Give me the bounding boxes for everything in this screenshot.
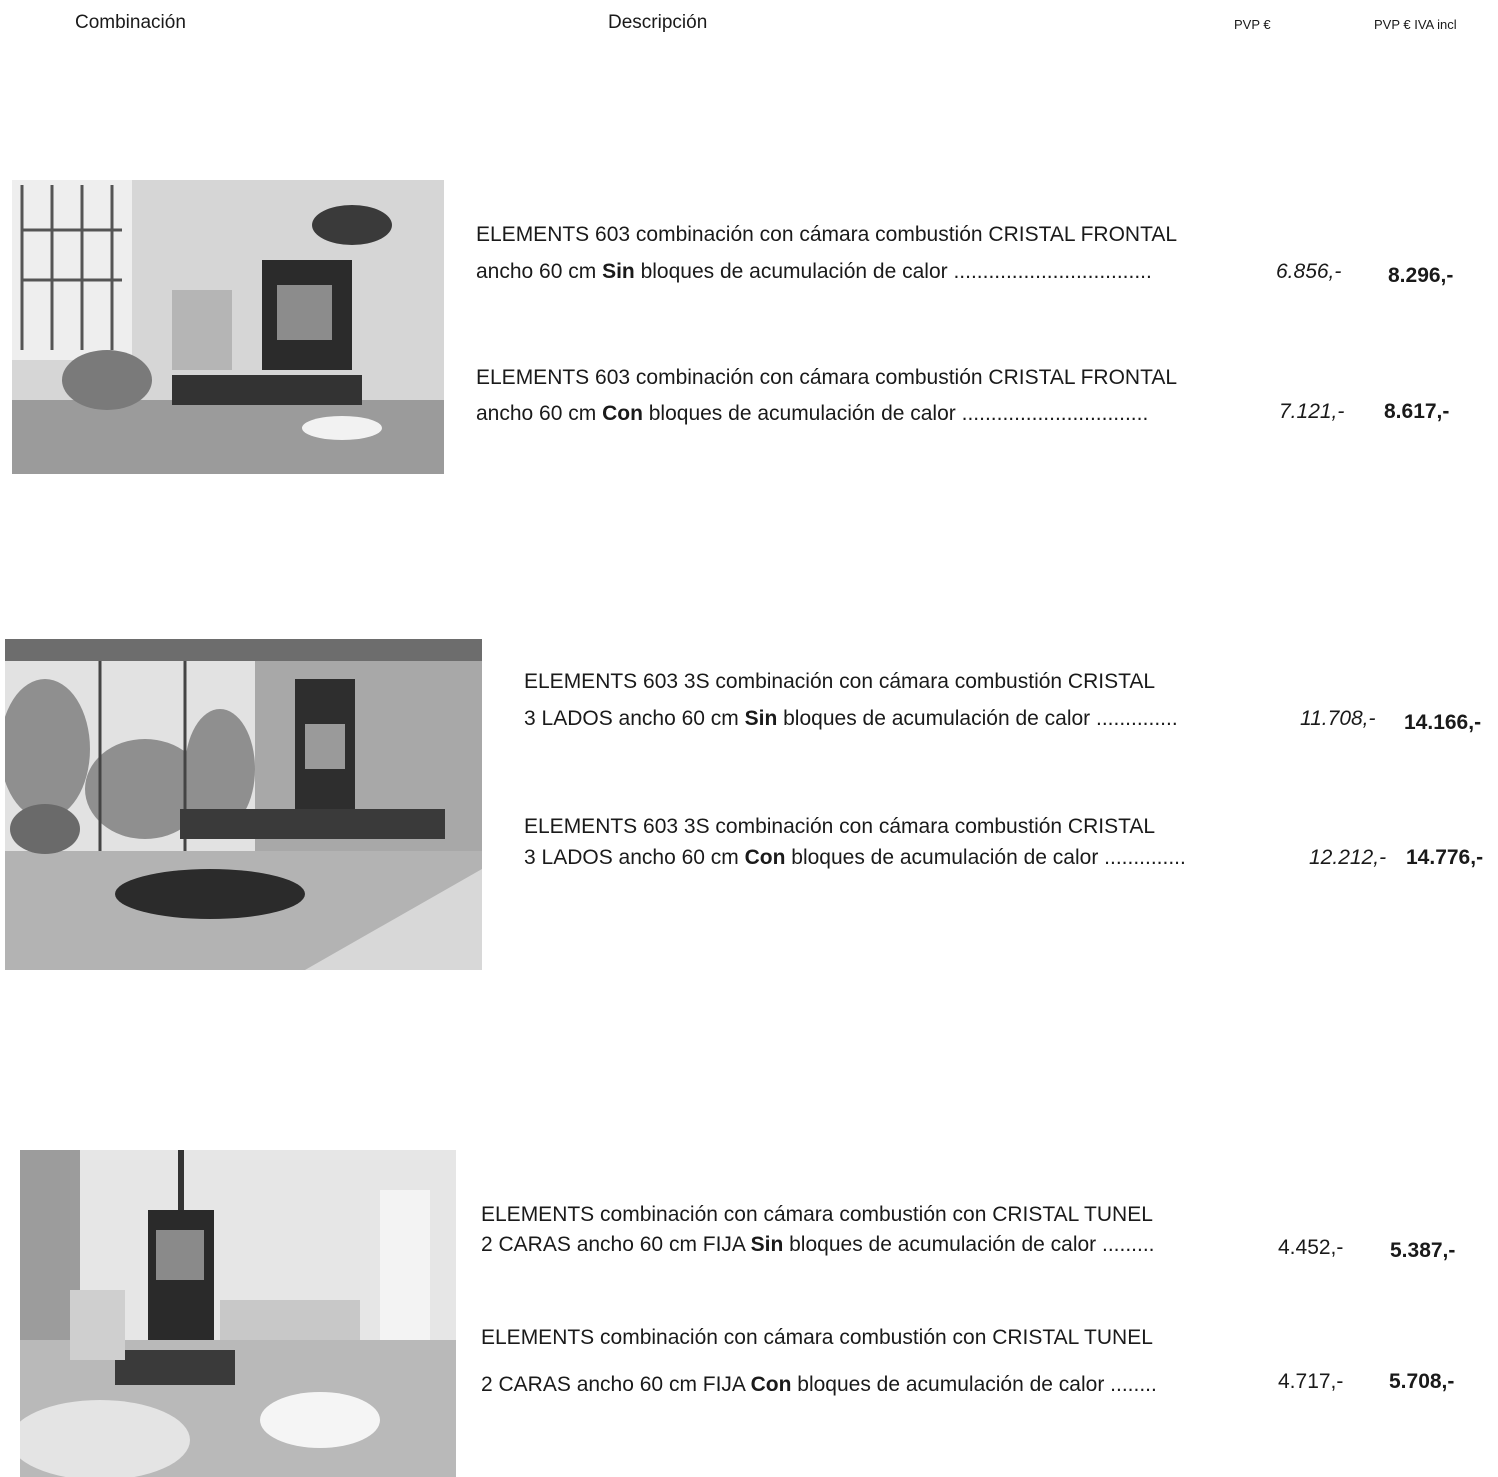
- product-2-item-1-price-vat: 14.166,-: [1404, 711, 1482, 734]
- product-1-item-1-price: 6.856,-: [1276, 260, 1342, 283]
- product-2-item-1-line-2: 3 LADOS ancho 60 cm Sin bloques de acumu…: [524, 707, 1178, 731]
- line-2-emphasis: Con: [602, 402, 643, 425]
- product-2-item-2-line-1: ELEMENTS 603 3S combinación con cámara c…: [524, 815, 1156, 838]
- product-photo-3: [20, 1150, 456, 1477]
- product-2-item-2-line-2: 3 LADOS ancho 60 cm Con bloques de acumu…: [524, 846, 1186, 870]
- line-2-prefix: 3 LADOS ancho 60 cm: [524, 846, 745, 869]
- line-2-suffix: bloques de acumulación de calor ........…: [777, 707, 1178, 730]
- product-2-item-1-line-1: ELEMENTS 603 3S combinación con cámara c…: [524, 670, 1156, 693]
- product-3-item-1-line-2: 2 CARAS ancho 60 cm FIJA Sin bloques de …: [481, 1233, 1155, 1257]
- line-2-prefix: 2 CARAS ancho 60 cm FIJA: [481, 1373, 751, 1396]
- line-2-emphasis: Con: [750, 1373, 792, 1396]
- product-1-item-2-price-vat: 8.617,-: [1384, 400, 1450, 423]
- line-2-suffix: bloques de acumulación de calor ........…: [642, 402, 1149, 425]
- product-photo-2: [5, 639, 482, 970]
- column-header-combination: Combinación: [75, 12, 186, 33]
- line-2-suffix: bloques de acumulación de calor ........…: [785, 846, 1186, 869]
- product-3-item-1-price-vat: 5.387,-: [1390, 1239, 1456, 1262]
- product-3-item-1-line-1: ELEMENTS combinación con cámara combusti…: [481, 1203, 1153, 1226]
- product-1-item-2-line-2: ancho 60 cm Con bloques de acumulación d…: [476, 402, 1148, 426]
- product-1-item-1-line-1: ELEMENTS 603 combinación con cámara comb…: [476, 223, 1178, 246]
- product-2-item-2-price-vat: 14.776,-: [1406, 846, 1484, 869]
- line-2-suffix: bloques de acumulación de calor ........: [791, 1373, 1157, 1396]
- column-header-price: PVP €: [1234, 17, 1271, 32]
- product-1-item-2-price: 7.121,-: [1279, 400, 1345, 423]
- product-1-item-1-price-vat: 8.296,-: [1388, 264, 1454, 287]
- product-3-item-2-price: 4.717,-: [1278, 1370, 1344, 1393]
- line-2-prefix: 2 CARAS ancho 60 cm FIJA: [481, 1233, 751, 1256]
- product-photo-1: [12, 180, 444, 474]
- product-1-item-2-line-1: ELEMENTS 603 combinación con cámara comb…: [476, 366, 1178, 389]
- line-2-emphasis: Sin: [602, 260, 635, 283]
- column-header-description: Descripción: [608, 12, 708, 33]
- line-2-emphasis: Sin: [750, 1233, 784, 1256]
- product-1-item-1-line-2: ancho 60 cm Sin bloques de acumulación d…: [476, 260, 1152, 284]
- line-2-emphasis: Con: [744, 846, 786, 869]
- line-2-prefix: ancho 60 cm: [476, 260, 603, 283]
- product-3-item-2-price-vat: 5.708,-: [1389, 1370, 1455, 1393]
- product-3-item-2-line-2: 2 CARAS ancho 60 cm FIJA Con bloques de …: [481, 1373, 1157, 1397]
- line-2-suffix: bloques de acumulación de calor ........…: [634, 260, 1152, 283]
- column-header-price-vat: PVP € IVA incl: [1374, 17, 1457, 32]
- product-2-item-1-price: 11.708,-: [1300, 707, 1376, 730]
- line-2-emphasis: Sin: [744, 707, 778, 730]
- line-2-prefix: 3 LADOS ancho 60 cm: [524, 707, 745, 730]
- product-2-item-2-price: 12.212,-: [1309, 846, 1387, 869]
- product-3-item-2-line-1: ELEMENTS combinación con cámara combusti…: [481, 1326, 1153, 1349]
- line-2-prefix: ancho 60 cm: [476, 402, 603, 425]
- line-2-suffix: bloques de acumulación de calor ........…: [783, 1233, 1155, 1256]
- product-3-item-1-price: 4.452,-: [1278, 1236, 1344, 1259]
